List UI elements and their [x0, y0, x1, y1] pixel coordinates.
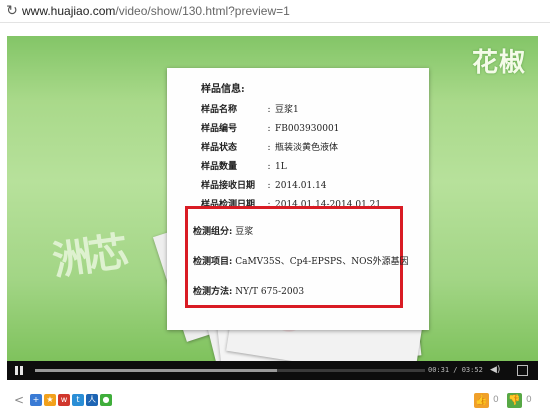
share-toolbar: < + ★ w t 人 ●	[14, 393, 112, 407]
playback-time: 00:31 / 03:52	[428, 366, 483, 374]
share-weibo-icon[interactable]: w	[58, 394, 70, 406]
report-field-row: 样品接收日期:2014.01.14	[201, 178, 327, 191]
background-watermark-logo: 洲芯	[49, 228, 128, 285]
highlighted-field-row: 检测组分: 豆浆	[193, 224, 253, 237]
field-colon: :	[267, 143, 271, 153]
report-field-row: 样品名称: 豆浆1	[201, 102, 299, 115]
report-field-row: 样品数量:1L	[201, 159, 287, 172]
field-label: 样品数量	[201, 162, 238, 172]
url-path: /video/show/130.html?preview=1	[115, 4, 290, 18]
share-tqq-icon[interactable]: t	[72, 394, 84, 406]
field-value: FB003930001	[275, 124, 340, 134]
field-value: 豆浆1	[275, 105, 299, 115]
field-label: 样品名称	[201, 105, 238, 115]
pause-icon[interactable]	[13, 365, 25, 376]
share-icon[interactable]: <	[14, 394, 28, 406]
address-bar[interactable]: ↻ www.huajiao.com/video/show/130.html?pr…	[0, 0, 550, 23]
share-qzone-icon[interactable]: ★	[44, 394, 56, 406]
field-label: 样品状态	[201, 143, 238, 153]
field-label: 检测组分:	[193, 227, 233, 237]
report-field-row: 样品编号: FB003930001	[201, 121, 339, 134]
fullscreen-icon[interactable]	[517, 365, 528, 376]
field-value: 1L	[275, 162, 287, 172]
field-label: 样品编号	[201, 124, 238, 134]
field-colon: :	[267, 105, 271, 115]
progress-fill	[35, 369, 277, 372]
progress-slider[interactable]	[35, 369, 425, 372]
field-colon: :	[267, 181, 271, 191]
field-label: 检测项目:	[193, 257, 233, 267]
player-control-bar: 00:31 / 03:52 ◀)	[7, 361, 538, 380]
field-label: 检测方法:	[193, 287, 233, 297]
video-player[interactable]: 花椒 洲芯 样品信息: 样品名称: 豆浆1 样品编号: FB003930001 样品…	[7, 36, 538, 380]
huajiao-watermark-logo: 花椒	[471, 48, 526, 78]
field-value: 豆浆	[235, 227, 254, 237]
share-plus-icon[interactable]: +	[30, 394, 42, 406]
share-renren-icon[interactable]: 人	[86, 394, 98, 406]
thumbs-down-icon[interactable]: 👎	[507, 392, 522, 408]
field-colon: :	[267, 162, 271, 172]
field-label: 样品接收日期	[201, 181, 256, 191]
highlighted-field-row: 检测项目: CaMV35S、Cp4-EPSPS、NOS外源基因	[193, 254, 409, 267]
like-count: 0	[493, 395, 499, 405]
field-value: 2014.01.14	[275, 181, 327, 191]
thumbs-up-icon[interactable]: 👍	[474, 392, 489, 408]
volume-icon[interactable]: ◀)	[490, 365, 502, 376]
field-value: 瓶装淡黄色液体	[275, 143, 339, 153]
report-field-row: 样品状态: 瓶装淡黄色液体	[201, 140, 338, 153]
dislike-count: 0	[526, 395, 532, 405]
report-section-title: 样品信息:	[201, 84, 245, 95]
field-value: CaMV35S、Cp4-EPSPS、NOS外源基因	[235, 257, 409, 267]
video-frame[interactable]: 花椒 洲芯 样品信息: 样品名称: 豆浆1 样品编号: FB003930001 样品…	[7, 36, 538, 361]
like-control[interactable]: 👍 0	[474, 392, 499, 408]
share-wechat-icon[interactable]: ●	[100, 394, 112, 406]
highlighted-field-row: 检测方法: NY/T 675-2003	[193, 284, 304, 297]
reload-icon[interactable]: ↻	[4, 3, 20, 19]
field-value: NY/T 675-2003	[235, 287, 305, 297]
field-colon: :	[267, 124, 271, 134]
url-text[interactable]: www.huajiao.com/video/show/130.html?prev…	[22, 3, 290, 19]
dislike-control[interactable]: 👎 0	[507, 392, 532, 408]
url-host: www.huajiao.com	[22, 4, 116, 18]
test-report-page: 样品信息: 样品名称: 豆浆1 样品编号: FB003930001 样品状态: 瓶装淡…	[167, 68, 429, 330]
